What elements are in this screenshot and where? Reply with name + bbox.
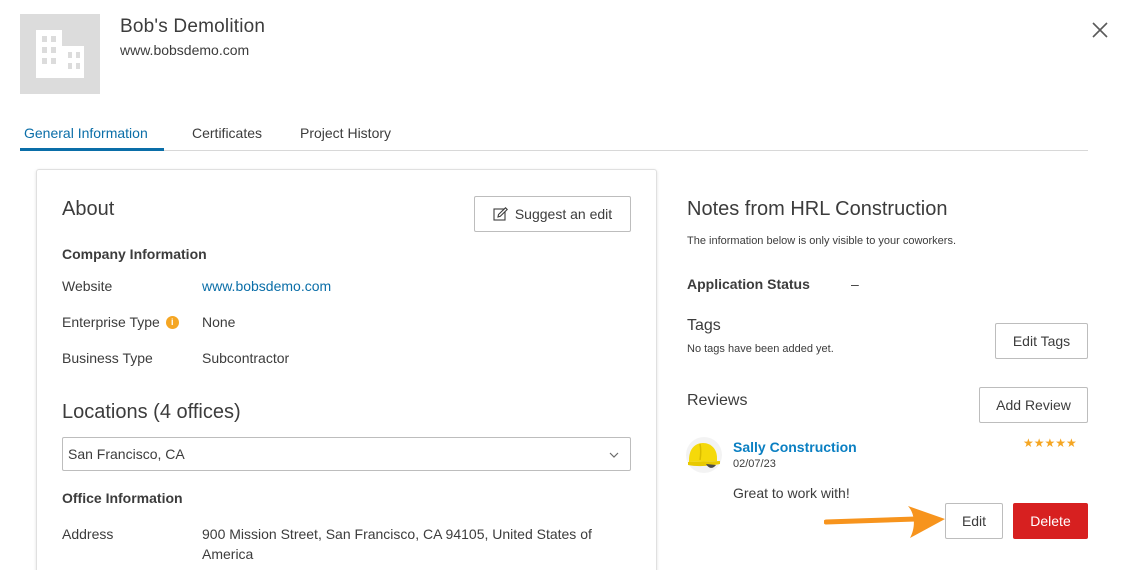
edit-tags-button[interactable]: Edit Tags	[995, 323, 1088, 359]
application-status-label: Application Status	[687, 276, 810, 292]
tab-certificates[interactable]: Certificates	[192, 125, 262, 141]
notes-subtitle: The information below is only visible to…	[687, 235, 957, 247]
edit-review-button[interactable]: Edit	[945, 503, 1003, 539]
company-name: Bob's Demolition	[120, 16, 266, 37]
locations-title: Locations (4 offices)	[62, 401, 241, 423]
website-label: Website	[62, 278, 113, 294]
hard-hat-avatar-icon	[686, 437, 722, 473]
tab-general-information[interactable]: General Information	[24, 125, 148, 141]
notes-title: Notes from HRL Construction	[687, 198, 948, 220]
suggest-edit-button[interactable]: Suggest an edit	[474, 196, 631, 232]
tab-bar: General Information Certificates Project…	[20, 115, 1088, 151]
reviewer-name-link[interactable]: Sally Construction	[733, 439, 857, 455]
tab-project-history[interactable]: Project History	[300, 125, 391, 141]
address-label: Address	[62, 526, 114, 542]
active-tab-indicator	[20, 148, 164, 151]
business-type-value: Subcontractor	[202, 350, 290, 366]
company-url: www.bobsdemo.com	[120, 42, 250, 58]
close-button[interactable]	[1088, 18, 1112, 42]
star-rating: ★★★★★	[1023, 436, 1077, 450]
add-review-button[interactable]: Add Review	[979, 387, 1088, 423]
orange-arrow-annotation	[824, 506, 945, 538]
edit-icon	[493, 206, 508, 221]
chevron-down-icon	[609, 452, 619, 458]
review-date: 02/07/23	[733, 458, 776, 470]
close-icon	[1092, 22, 1108, 38]
enterprise-type-label: Enterprise Type	[62, 314, 160, 330]
suggest-edit-label: Suggest an edit	[514, 206, 613, 222]
tags-empty-message: No tags have been added yet.	[687, 343, 834, 355]
about-card: About Suggest an edit Company Informatio…	[36, 169, 657, 570]
enterprise-type-label-row: Enterprise Type i	[62, 314, 179, 330]
location-selected-value: San Francisco, CA	[68, 446, 185, 462]
enterprise-type-value: None	[202, 314, 236, 330]
application-status-value: –	[851, 276, 859, 292]
office-info-heading: Office Information	[62, 490, 183, 506]
tags-title: Tags	[687, 317, 721, 334]
delete-review-button[interactable]: Delete	[1013, 503, 1088, 539]
company-logo	[20, 14, 100, 94]
business-type-label: Business Type	[62, 350, 153, 366]
address-value: 900 Mission Street, San Francisco, CA 94…	[202, 526, 592, 562]
location-select[interactable]: San Francisco, CA	[62, 437, 631, 471]
reviews-title: Reviews	[687, 392, 748, 409]
review-text: Great to work with!	[733, 485, 850, 501]
about-title: About	[62, 198, 115, 220]
company-info-heading: Company Information	[62, 246, 207, 262]
info-icon[interactable]: i	[165, 315, 179, 329]
building-icon	[36, 30, 84, 78]
website-link[interactable]: www.bobsdemo.com	[202, 278, 331, 294]
